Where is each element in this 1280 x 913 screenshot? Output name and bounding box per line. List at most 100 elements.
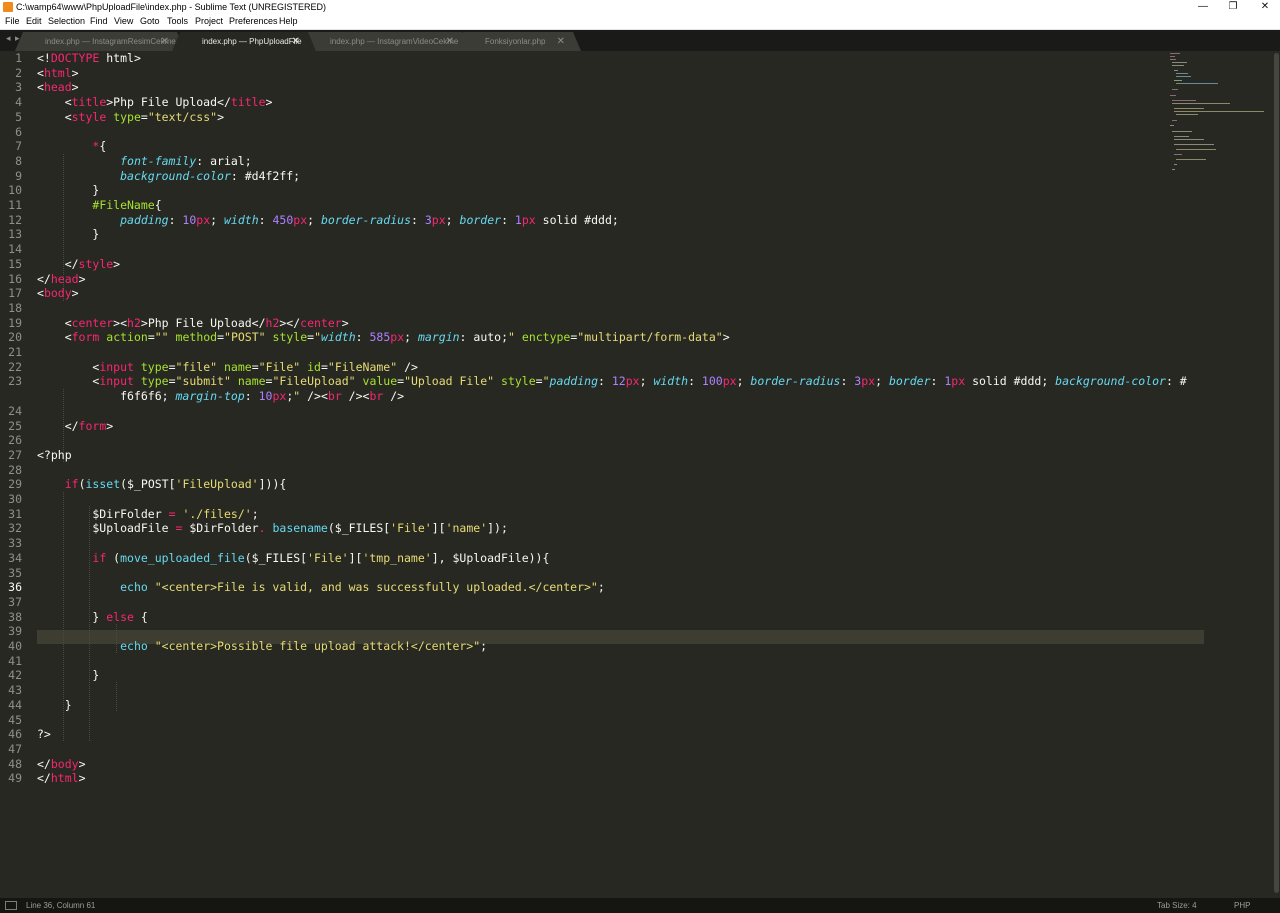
menu-tools[interactable]: Tools: [167, 16, 188, 26]
line-number: 4: [15, 95, 22, 110]
minimap[interactable]: [1168, 51, 1272, 898]
line-number: 49: [8, 771, 22, 786]
line-number: 36: [8, 580, 22, 595]
menu-bar: File Edit Selection Find View Goto Tools…: [0, 15, 1280, 30]
line-number: 7: [15, 139, 22, 154]
close-window-button[interactable]: ✕: [1250, 0, 1280, 15]
menu-view[interactable]: View: [114, 16, 133, 26]
vertical-scrollbar[interactable]: [1272, 51, 1280, 898]
tab-instagram-video-cekme[interactable]: index.php — InstagramVideoCekme ✕: [300, 32, 470, 51]
tab-back-icon[interactable]: ◂: [6, 34, 11, 44]
line-number: 38: [8, 609, 22, 624]
code-line: $DirFolder = './files/';: [37, 506, 259, 521]
code-line: <input type="submit" name="FileUpload" v…: [37, 374, 1187, 389]
line-number: 3: [15, 80, 22, 95]
tab-size-selector[interactable]: Tab Size: 4: [1157, 901, 1197, 910]
line-number: 35: [8, 565, 22, 580]
tab-close-icon[interactable]: ✕: [446, 36, 454, 47]
code-line: </head>: [37, 271, 86, 286]
code-line: *{: [92, 139, 107, 154]
line-number: 19: [8, 315, 22, 330]
code-line: }: [37, 227, 100, 242]
menu-preferences[interactable]: Preferences: [229, 16, 278, 26]
tab-fonksiyonlar[interactable]: Fonksiyonlar.php ✕: [455, 32, 581, 51]
code-line: <head>: [37, 80, 79, 95]
line-number: 32: [8, 521, 22, 536]
menu-find[interactable]: Find: [90, 16, 108, 26]
tab-bar: ◂ ▸ index.php — InstagramResimCekme ✕ in…: [0, 30, 1280, 51]
line-number: 42: [8, 668, 22, 683]
menu-help[interactable]: Help: [279, 16, 298, 26]
tab-instagram-resim-cekme[interactable]: index.php — InstagramResimCekme ✕: [15, 32, 185, 51]
tab-close-icon[interactable]: ✕: [557, 36, 565, 47]
line-number: 16: [8, 271, 22, 286]
menu-goto[interactable]: Goto: [140, 16, 160, 26]
sublime-text-icon: [3, 2, 13, 12]
line-number: 39: [8, 624, 22, 639]
code-line: <body>: [37, 286, 79, 301]
line-number: 43: [8, 683, 22, 698]
minimize-button[interactable]: —: [1188, 0, 1218, 15]
code-line: <title>Php File Upload</title>: [37, 95, 273, 110]
line-number: 27: [8, 447, 22, 462]
cursor-position: Line 36, Column 61: [26, 901, 96, 910]
menu-file[interactable]: File: [5, 16, 20, 26]
indent-guide: [116, 682, 117, 711]
line-number: 40: [8, 639, 22, 653]
code-line: if(isset($_POST['FileUpload'])){: [64, 477, 287, 492]
line-number: 47: [8, 741, 22, 756]
line-number: 45: [8, 712, 22, 727]
code-line: padding: 10px; width: 450px; border-radi…: [120, 212, 619, 227]
panel-toggle-icon[interactable]: [5, 901, 17, 910]
code-line: background-color: #d4f2ff;: [120, 168, 301, 183]
title-bar: C:\wamp64\www\PhpUploadFile\index.php - …: [0, 0, 1280, 15]
line-number: 46: [8, 727, 22, 742]
code-line: <!DOCTYPE html>: [37, 51, 141, 65]
line-number: 14: [8, 242, 22, 257]
line-number: 17: [8, 286, 22, 301]
window-title: C:\wamp64\www\PhpUploadFile\index.php - …: [16, 2, 326, 12]
code-line: }: [37, 697, 72, 712]
line-number: 21: [8, 345, 22, 359]
line-number: 8: [15, 153, 22, 168]
line-number: 11: [8, 198, 22, 212]
code-line: }: [37, 183, 100, 198]
line-number: 34: [8, 550, 22, 565]
menu-selection[interactable]: Selection: [48, 16, 85, 26]
code-line: echo "<center>Possible file upload attac…: [120, 639, 488, 653]
code-line: f6f6f6; margin-top: 10px;" /><br /><br /…: [37, 389, 405, 404]
menu-project[interactable]: Project: [195, 16, 223, 26]
line-number: 20: [8, 330, 22, 345]
syntax-selector[interactable]: PHP: [1234, 901, 1250, 910]
line-number: 12: [8, 212, 22, 227]
line-number: 37: [8, 594, 22, 609]
tab-close-icon[interactable]: ✕: [292, 36, 300, 47]
maximize-button[interactable]: ❐: [1218, 0, 1248, 15]
line-number: 24: [8, 403, 22, 418]
code-line: <form action="" method="POST" style="wid…: [37, 330, 730, 345]
line-number: 22: [8, 359, 22, 374]
line-number: 23: [8, 374, 22, 389]
code-line: </form>: [37, 418, 114, 433]
code-line: } else {: [37, 609, 148, 624]
line-number: 18: [8, 300, 22, 315]
menu-edit[interactable]: Edit: [26, 16, 42, 26]
line-number: 31: [8, 506, 22, 521]
code-line: $UploadFile = $DirFolder. basename($_FIL…: [37, 521, 508, 536]
code-line: <html>: [37, 65, 79, 80]
line-number: 30: [8, 492, 22, 506]
line-number: 33: [8, 536, 22, 551]
code-line: #FileName{: [92, 198, 162, 212]
line-number: 5: [15, 109, 22, 124]
code-line: <input type="file" name="File" id="FileN…: [37, 359, 418, 374]
tab-close-icon[interactable]: ✕: [161, 36, 169, 47]
line-number: 28: [8, 462, 22, 477]
code-line: </body>: [37, 756, 86, 771]
tab-php-upload-file[interactable]: index.php — PhpUploadFile ✕: [172, 32, 316, 51]
line-number: 29: [8, 477, 22, 492]
code-line: font-family: arial;: [120, 153, 252, 168]
scrollbar-thumb[interactable]: [1274, 53, 1279, 893]
code-line: <?php: [37, 447, 72, 462]
line-number: [0, 389, 22, 404]
code-line: if (move_uploaded_file($_FILES['File']['…: [92, 550, 550, 565]
